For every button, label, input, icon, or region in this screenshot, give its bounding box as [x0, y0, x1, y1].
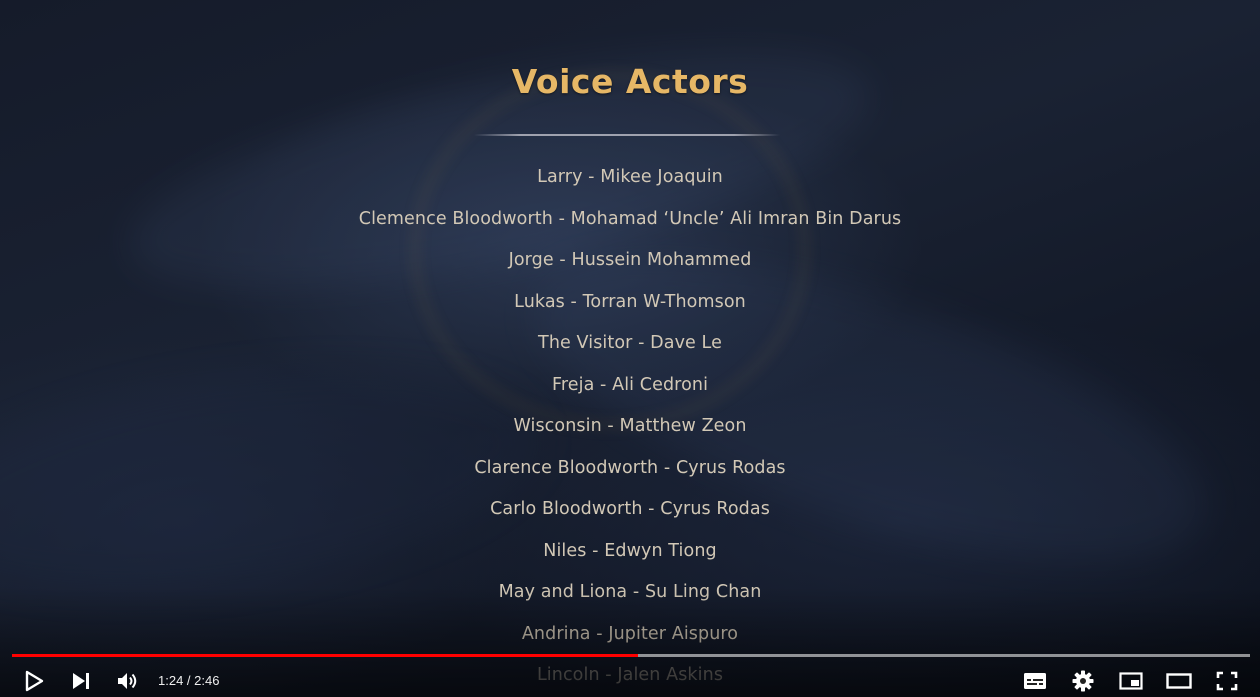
fullscreen-button[interactable]: [1211, 666, 1243, 696]
miniplayer-icon: [1119, 672, 1143, 690]
credits-list: Larry - Mikee Joaquin Clemence Bloodwort…: [0, 164, 1260, 697]
settings-icon: [1072, 670, 1094, 692]
next-button[interactable]: [65, 666, 97, 696]
next-icon: [73, 673, 89, 689]
credit-line: Larry - Mikee Joaquin: [537, 167, 723, 187]
credit-line: Lukas - Torran W-Thomson: [514, 291, 746, 312]
subtitles-icon: [1024, 673, 1046, 689]
credit-line: Jorge - Hussein Mohammed: [508, 250, 752, 270]
credit-line: Niles - Edwyn Tiong: [543, 540, 717, 561]
time-display: 1:24 / 2:46: [158, 673, 220, 688]
play-button[interactable]: [18, 666, 50, 696]
theater-icon: [1166, 673, 1192, 689]
volume-icon: [118, 673, 137, 689]
settings-button[interactable]: [1067, 666, 1099, 696]
theater-mode-button[interactable]: [1163, 666, 1195, 696]
credit-line: Clarence Bloodworth - Cyrus Rodas: [474, 457, 786, 478]
credit-line: Carlo Bloodworth - Cyrus Rodas: [490, 499, 770, 519]
credit-line: The Visitor - Dave Le: [538, 333, 722, 353]
miniplayer-button[interactable]: [1115, 666, 1147, 696]
progress-bar[interactable]: [12, 654, 1250, 657]
credit-line: Wisconsin - Matthew Zeon: [513, 416, 747, 436]
progress-played: [12, 654, 639, 657]
subtitles-button[interactable]: [1019, 666, 1051, 696]
credit-line: Clemence Bloodworth - Mohamad ‘Uncle’ Al…: [358, 208, 902, 229]
video-frame[interactable]: Voice Actors Larry - Mikee Joaquin Cleme…: [0, 0, 1260, 697]
credit-line: May and Liona - Su Ling Chan: [498, 582, 762, 602]
credits-section-title: Voice Actors: [511, 62, 749, 101]
mute-button[interactable]: [112, 666, 144, 696]
credit-line: Freja - Ali Cedroni: [551, 374, 709, 395]
play-icon: [25, 670, 44, 692]
video-player[interactable]: Voice Actors Larry - Mikee Joaquin Cleme…: [0, 0, 1260, 697]
title-divider: [474, 134, 780, 136]
fullscreen-icon: [1216, 671, 1238, 691]
